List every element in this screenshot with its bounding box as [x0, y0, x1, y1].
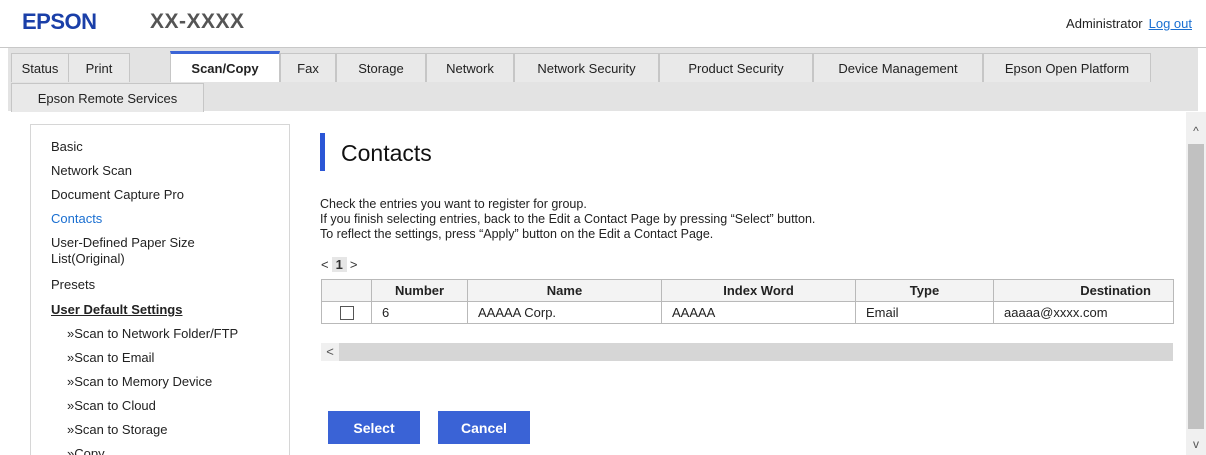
table-header-row: Number Name Index Word Type Destination [321, 279, 1174, 302]
sidebar-item-basic[interactable]: Basic [51, 139, 83, 155]
instruction-line-2: If you finish selecting entries, back to… [320, 212, 816, 226]
pager-prev[interactable]: < [321, 257, 329, 272]
sidebar-item-scan-to-cloud[interactable]: »Scan to Cloud [67, 398, 156, 414]
sidebar-item-presets[interactable]: Presets [51, 277, 95, 293]
sidebar-item-copy[interactable]: »Copy [67, 446, 105, 455]
sidebar-item-list-original[interactable]: List(Original) [51, 251, 125, 267]
scroll-left-arrow-icon[interactable]: < [321, 343, 339, 361]
cell-index-word: AAAAA [661, 301, 856, 324]
sidebar-item-user-defined-paper-size[interactable]: User-Defined Paper Size [51, 235, 195, 251]
column-header-number[interactable]: Number [371, 279, 468, 302]
column-header-index-word[interactable]: Index Word [661, 279, 856, 302]
pagination: <1 > [321, 257, 357, 272]
sidebar-item-scan-to-storage[interactable]: »Scan to Storage [67, 422, 167, 438]
row-select-cell [321, 301, 372, 324]
logout-link[interactable]: Log out [1149, 16, 1192, 31]
horizontal-scrollbar[interactable]: < [321, 343, 1173, 361]
pager-next[interactable]: > [350, 257, 358, 272]
cell-destination: aaaaa@xxxx.com [993, 301, 1174, 324]
sidebar-item-scan-to-email[interactable]: »Scan to Email [67, 350, 154, 366]
table-row[interactable]: 6 AAAAA Corp. AAAAA Email aaaaa@xxxx.com [321, 301, 1174, 324]
tab-epson-open-platform[interactable]: Epson Open Platform [983, 53, 1151, 82]
title-accent-bar [320, 133, 325, 171]
cell-number: 6 [371, 301, 468, 324]
column-header-name[interactable]: Name [467, 279, 662, 302]
instruction-line-3: To reflect the settings, press “Apply” b… [320, 227, 714, 241]
tab-scan-copy[interactable]: Scan/Copy [170, 51, 280, 82]
scroll-up-icon[interactable]: ^ [1189, 124, 1203, 138]
tab-fax[interactable]: Fax [280, 53, 336, 82]
tab-network-security[interactable]: Network Security [514, 53, 659, 82]
scroll-down-icon[interactable]: v [1189, 437, 1203, 451]
user-area: Administrator Log out [1066, 16, 1192, 31]
sidebar-item-scan-to-network-folder[interactable]: »Scan to Network Folder/FTP [67, 326, 238, 342]
sidebar-item-scan-to-memory-device[interactable]: »Scan to Memory Device [67, 374, 212, 390]
user-name: Administrator [1066, 16, 1143, 31]
sidebar: Basic Network Scan Document Capture Pro … [30, 124, 290, 455]
tab-print[interactable]: Print [68, 53, 130, 82]
contacts-table: Number Name Index Word Type Destination … [321, 279, 1174, 324]
pager-current-page[interactable]: 1 [331, 257, 347, 272]
tab-device-management[interactable]: Device Management [813, 53, 983, 82]
cell-name: AAAAA Corp. [467, 301, 662, 324]
tab-storage[interactable]: Storage [336, 53, 426, 82]
vertical-scrollbar[interactable]: ^ v [1186, 112, 1206, 455]
tab-bar: Status Print Scan/Copy Fax Storage Netwo… [8, 48, 1198, 112]
column-header-select [321, 279, 372, 302]
sidebar-item-network-scan[interactable]: Network Scan [51, 163, 132, 179]
select-button[interactable]: Select [328, 411, 420, 444]
cancel-button[interactable]: Cancel [438, 411, 530, 444]
sidebar-item-document-capture-pro[interactable]: Document Capture Pro [51, 187, 184, 203]
column-header-destination[interactable]: Destination [993, 279, 1174, 302]
epson-logo: EPSON [22, 9, 97, 34]
tab-network[interactable]: Network [426, 53, 514, 82]
scrollbar-thumb[interactable] [1188, 144, 1204, 429]
tab-product-security[interactable]: Product Security [659, 53, 813, 82]
tab-epson-remote-services[interactable]: Epson Remote Services [11, 83, 204, 112]
page-title: Contacts [341, 140, 432, 166]
column-header-type[interactable]: Type [855, 279, 994, 302]
row-checkbox[interactable] [339, 306, 354, 321]
sidebar-heading-user-default-settings: User Default Settings [51, 302, 183, 317]
top-header: EPSON XX-XXXX Administrator Log out [0, 0, 1206, 48]
printer-model: XX-XXXX [150, 10, 245, 33]
tab-status[interactable]: Status [11, 53, 69, 82]
cell-type: Email [855, 301, 994, 324]
instruction-line-1: Check the entries you want to register f… [320, 197, 587, 211]
sidebar-item-contacts[interactable]: Contacts [51, 211, 102, 227]
